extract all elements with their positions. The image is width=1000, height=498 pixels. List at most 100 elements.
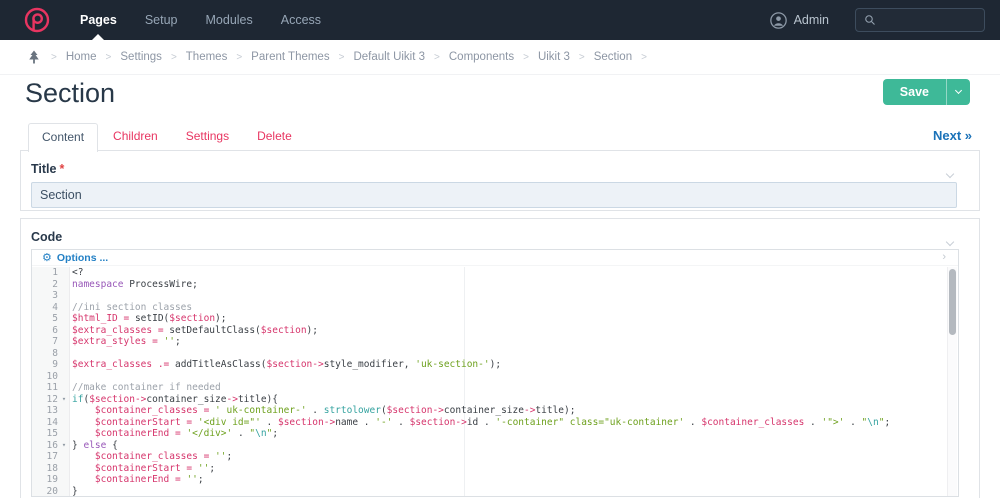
line-number: 14 [46, 416, 58, 428]
editor-scrollbar[interactable] [947, 267, 957, 496]
title-input[interactable] [31, 182, 957, 208]
nav-item-pages[interactable]: Pages [66, 0, 131, 40]
nav-menu: Pages Setup Modules Access [66, 0, 335, 40]
chevron-down-icon [945, 169, 955, 179]
top-navbar: Pages Setup Modules Access Admin [0, 0, 1000, 40]
required-marker: * [59, 162, 65, 176]
line-number: 4 [52, 301, 58, 313]
fold-gutter [58, 463, 70, 475]
nav-item-modules[interactable]: Modules [192, 0, 267, 40]
page-title: Section [25, 78, 116, 108]
code-line-5: 5 $html_ID = setID($section); [32, 313, 958, 325]
line-number: 10 [46, 370, 58, 382]
breadcrumb-item-settings[interactable]: Settings [120, 51, 162, 63]
code-collapse-toggle[interactable] [945, 232, 955, 250]
code-text: $containerStart = ''; [94, 462, 216, 474]
tab-content[interactable]: Content [28, 123, 99, 152]
code-line-17: 17 $container_classes = ''; [32, 451, 958, 463]
fold-gutter [58, 325, 70, 337]
code-line-18: 18 $containerStart = ''; [32, 463, 958, 475]
code-text: } [72, 485, 78, 497]
breadcrumb-item-components[interactable]: Components [449, 51, 514, 63]
code-line-7: 7 $extra_styles = ''; [32, 336, 958, 348]
editor-options-bar: ⚙ Options ... › [32, 250, 958, 266]
save-button-group: Save [882, 79, 970, 105]
save-button[interactable]: Save [883, 79, 946, 105]
line-number: 16 [46, 439, 58, 451]
tab-settings[interactable]: Settings [173, 123, 242, 151]
fold-gutter [58, 474, 70, 486]
line-number: 9 [52, 359, 58, 370]
breadcrumb-item-default-uikit-3[interactable]: Default Uikit 3 [353, 51, 425, 63]
breadcrumb-separator: > [105, 51, 112, 63]
code-line-10: 10 [32, 371, 958, 383]
line-number: 5 [52, 313, 58, 324]
fold-marker-icon[interactable]: ▾ [58, 394, 70, 406]
line-number: 11 [46, 382, 58, 393]
breadcrumb-separator: > [338, 51, 345, 63]
editor-options-button[interactable]: Options ... [57, 252, 108, 264]
save-dropdown-button[interactable] [947, 79, 970, 105]
code-field-header: Code [21, 219, 979, 247]
breadcrumb-item-uikit-3[interactable]: Uikit 3 [538, 51, 570, 63]
user-avatar-icon[interactable] [769, 11, 787, 29]
line-number: 3 [52, 290, 58, 301]
code-area[interactable]: 1 <? 2 namespace ProcessWire; 3 4 //ini sectio… [32, 267, 958, 496]
code-line-6: 6 $extra_classes = setDefaultClass($secti… [32, 325, 958, 337]
breadcrumb-item-parent-themes[interactable]: Parent Themes [251, 51, 329, 63]
nav-item-setup[interactable]: Setup [131, 0, 192, 40]
code-text: //ini section classes [72, 301, 193, 313]
page-tree-icon[interactable] [28, 50, 40, 64]
title-collapse-toggle[interactable] [945, 164, 955, 182]
options-chevron-icon[interactable]: › [942, 251, 946, 263]
line-number: 13 [46, 405, 58, 416]
fold-gutter [58, 486, 70, 497]
chevron-down-icon [945, 237, 955, 247]
code-text: $html_ID = setID($section); [72, 313, 227, 324]
code-text: namespace ProcessWire; [72, 278, 198, 290]
search-box[interactable] [855, 8, 985, 32]
line-number: 15 [46, 428, 58, 439]
breadcrumb-item-themes[interactable]: Themes [186, 51, 228, 63]
title-field-label: Title [31, 162, 57, 176]
fold-gutter [58, 382, 70, 394]
code-editor[interactable]: ⚙ Options ... › 1 <? 2 namespace ProcessWir… [31, 249, 959, 497]
code-text: $extra_styles = ''; [72, 336, 181, 347]
code-text: $containerEnd = '</div>' . "\n"; [94, 428, 279, 439]
code-line-14: 14 $containerStart = '<div id="' . $sect… [32, 417, 958, 429]
line-number: 8 [52, 347, 58, 359]
breadcrumb-item-section[interactable]: Section [594, 51, 632, 63]
line-number: 12 [46, 393, 58, 405]
breadcrumb-separator: > [236, 51, 243, 63]
breadcrumb-item-home[interactable]: Home [66, 51, 97, 63]
breadcrumb: > Home > Settings > Themes > Parent Themes > Defa… [0, 40, 1000, 75]
next-page-link[interactable]: Next » [933, 128, 972, 143]
fold-gutter [58, 359, 70, 371]
nav-item-access[interactable]: Access [267, 0, 335, 40]
line-number: 17 [46, 451, 58, 462]
tab-delete[interactable]: Delete [244, 123, 305, 151]
code-line-20: 20} [32, 485, 958, 497]
breadcrumb-separator: > [51, 51, 57, 63]
code-line-2: 2 namespace ProcessWire; [32, 279, 958, 291]
fold-gutter [58, 313, 70, 325]
user-name[interactable]: Admin [794, 13, 829, 27]
fold-gutter [58, 371, 70, 383]
fold-gutter [58, 348, 70, 360]
scrollbar-thumb[interactable] [949, 269, 956, 335]
fold-gutter [58, 428, 70, 440]
code-line-3: 3 [32, 290, 958, 302]
line-number: 6 [52, 324, 58, 336]
fold-marker-icon[interactable]: ▾ [58, 440, 70, 452]
tab-bar: Content Children Settings Delete Next » [20, 123, 980, 152]
tab-children[interactable]: Children [100, 123, 171, 151]
code-line-9: 9 $extra_classes .= addTitleAsClass($sect… [32, 359, 958, 371]
search-input[interactable] [881, 13, 981, 27]
code-text: if($section->container_size->title){ [72, 393, 278, 405]
code-text: <? [72, 267, 84, 278]
code-line-8: 8 [32, 348, 958, 360]
gear-icon[interactable]: ⚙ [42, 252, 52, 263]
title-field-header: Title * [21, 151, 979, 179]
processwire-logo-icon[interactable] [24, 7, 50, 33]
